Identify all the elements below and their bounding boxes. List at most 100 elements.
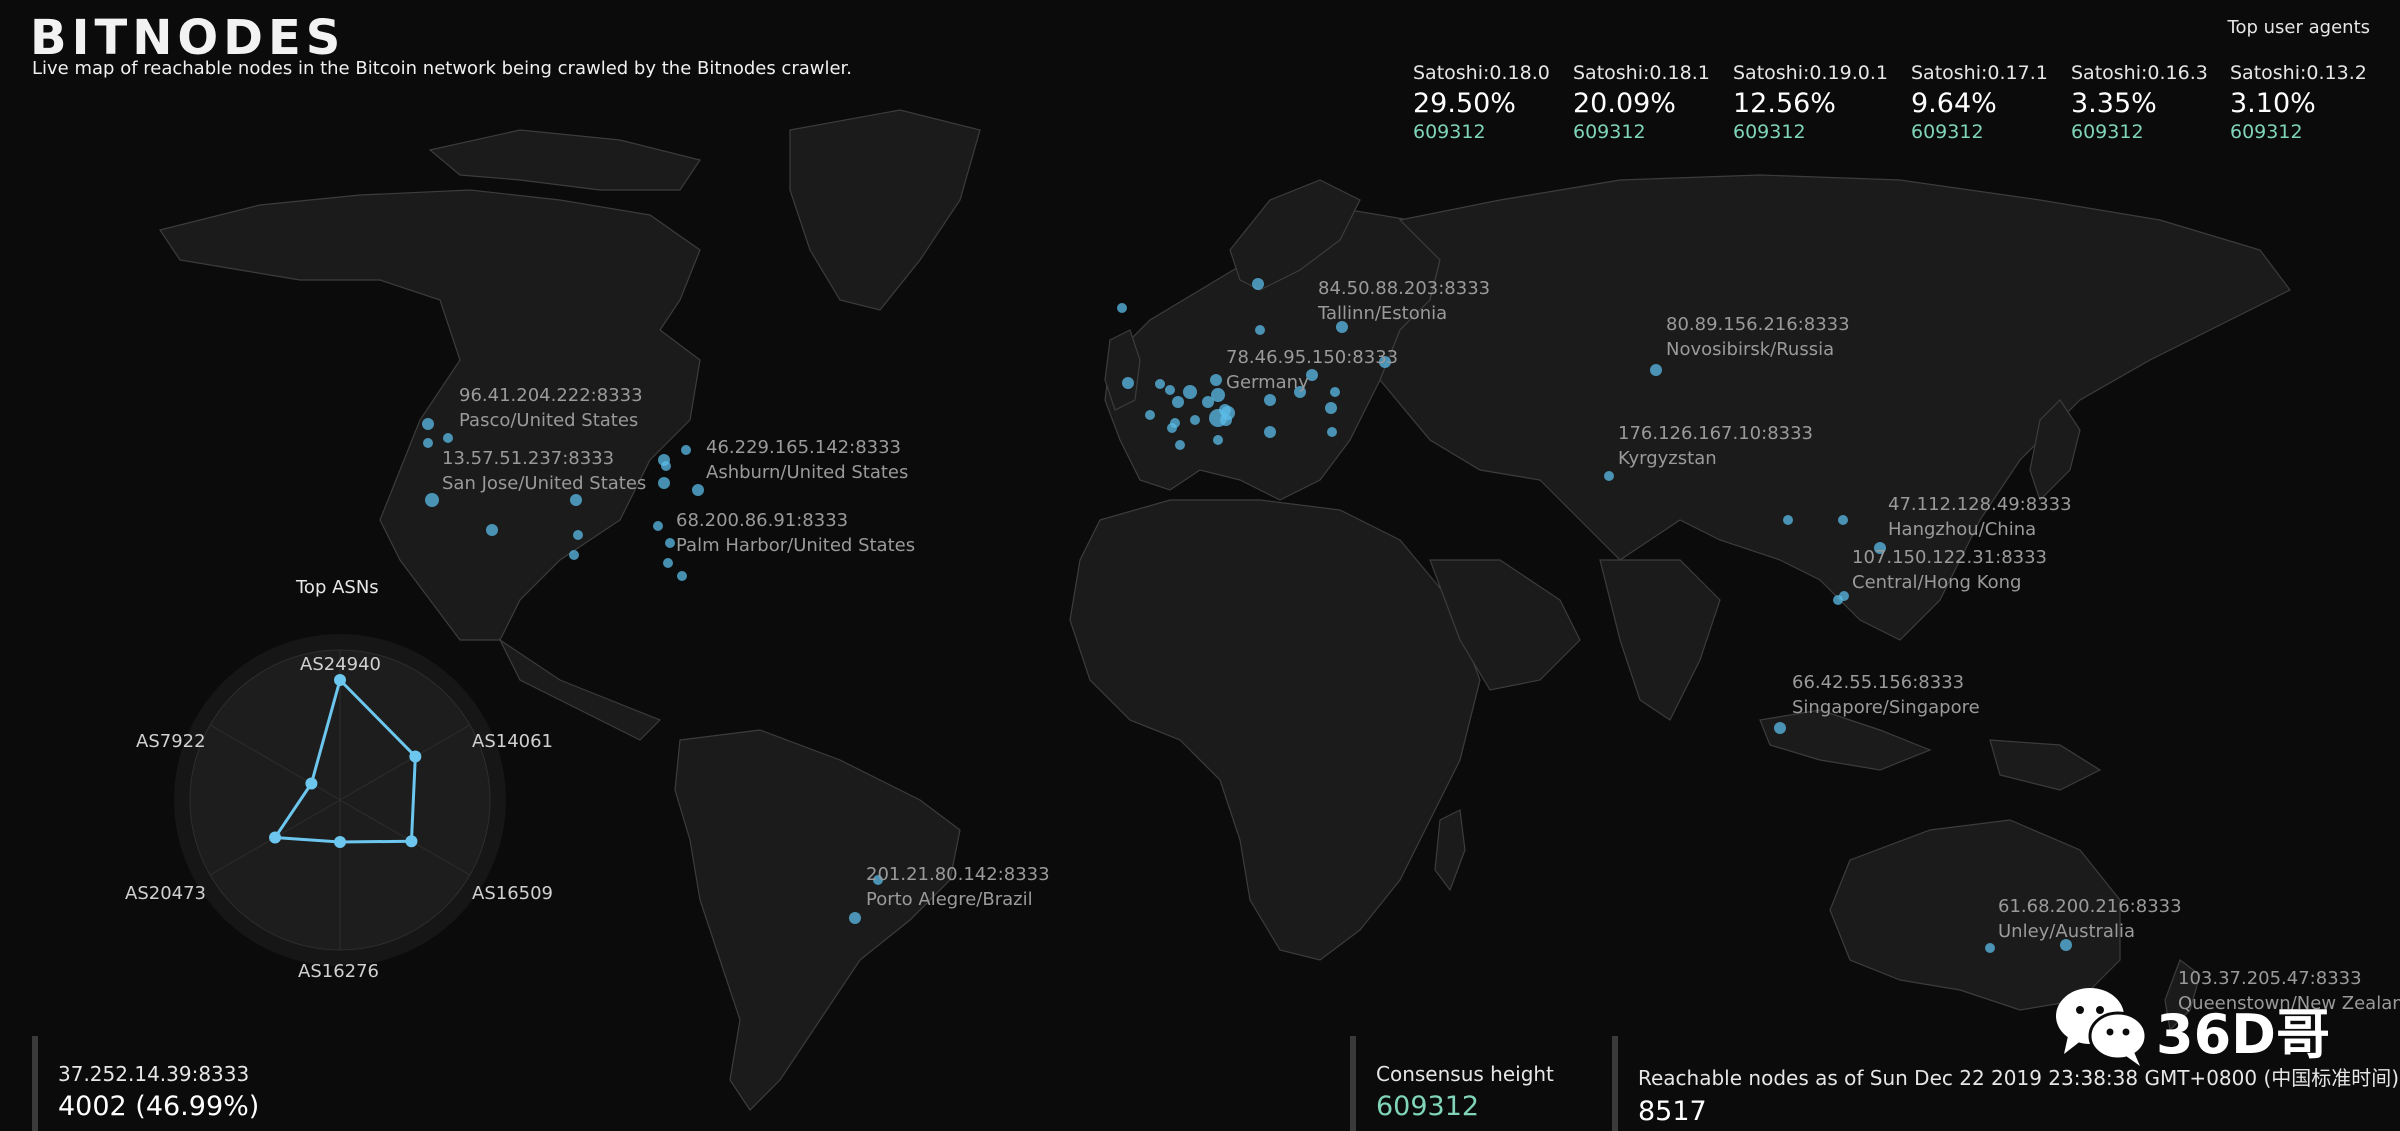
node-label[interactable]: 61.68.200.216:8333 Unley/Australia [1998, 894, 2182, 944]
user-agent-name: Satoshi:0.17.1 [1911, 62, 2048, 84]
user-agent-item[interactable]: Satoshi:0.18.1 20.09% 609312 [1573, 62, 1710, 143]
node-label[interactable]: 46.229.165.142:8333 Ashburn/United State… [706, 435, 908, 485]
top-node-value: 4002 (46.99%) [58, 1091, 260, 1122]
node-dot[interactable] [1122, 377, 1134, 389]
node-dot[interactable] [677, 571, 687, 581]
user-agent-item[interactable]: Satoshi:0.16.3 3.35% 609312 [2071, 62, 2208, 143]
node-dot[interactable] [486, 524, 498, 536]
node-label[interactable]: 80.89.156.216:8333 Novosibirsk/Russia [1666, 312, 1850, 362]
node-label[interactable]: 96.41.204.222:8333 Pasco/United States [459, 383, 643, 433]
node-dot[interactable] [681, 445, 691, 455]
node-dot[interactable] [1145, 410, 1155, 420]
top-node-panel[interactable]: 37.252.14.39:8333 4002 (46.99%) [32, 1036, 259, 1131]
asn-axis-label: AS7922 [136, 731, 206, 752]
node-location: San Jose/United States [442, 473, 647, 494]
user-agent-height: 609312 [1413, 121, 1486, 143]
node-dot[interactable] [1650, 364, 1662, 376]
asn-axis-label: AS20473 [125, 883, 206, 904]
node-dot[interactable] [692, 484, 704, 496]
node-dot[interactable] [663, 558, 673, 568]
node-address: 80.89.156.216:8333 [1666, 314, 1850, 335]
node-location: Singapore/Singapore [1792, 697, 1980, 718]
node-label[interactable]: 13.57.51.237:8333 San Jose/United States [442, 446, 646, 496]
user-agent-percent: 12.56% [1733, 88, 1836, 119]
asia [1379, 174, 2291, 641]
node-label[interactable]: 176.126.167.10:8333 Kyrgyzstan [1618, 421, 1813, 471]
consensus-height-panel[interactable]: Consensus height 609312 [1350, 1036, 1554, 1131]
node-location: Tallinn/Estonia [1318, 303, 1448, 324]
node-dot[interactable] [1783, 515, 1793, 525]
node-dot[interactable] [573, 530, 583, 540]
radar-point-as16509[interactable] [405, 835, 418, 848]
south-america [674, 729, 961, 1111]
user-agent-name: Satoshi:0.18.1 [1573, 62, 1710, 84]
node-label[interactable]: 84.50.88.203:8333 Tallinn/Estonia [1318, 276, 1490, 326]
user-agent-item[interactable]: Satoshi:0.19.0.1 12.56% 609312 [1733, 62, 1888, 143]
madagascar [1434, 809, 1466, 892]
reachable-nodes-value: 8517 [1638, 1096, 1707, 1127]
node-address: 78.46.95.150:8333 [1226, 347, 1399, 368]
node-address: 13.57.51.237:8333 [442, 448, 615, 469]
node-dot[interactable] [443, 433, 453, 443]
node-dot[interactable] [1255, 325, 1265, 335]
node-dot[interactable] [1252, 278, 1264, 290]
node-dot[interactable] [1264, 426, 1276, 438]
user-agent-item[interactable]: Satoshi:0.17.1 9.64% 609312 [1911, 62, 2048, 143]
user-agent-item[interactable]: Satoshi:0.13.2 3.10% 609312 [2230, 62, 2367, 143]
node-label[interactable]: 201.21.80.142:8333 Porto Alegre/Brazil [866, 862, 1050, 912]
node-dot[interactable] [849, 912, 861, 924]
consensus-height-label: Consensus height [1376, 1062, 1554, 1086]
radar-point-as16276[interactable] [334, 836, 346, 848]
node-dot[interactable] [1175, 440, 1185, 450]
node-dot[interactable] [658, 477, 670, 489]
radar-point-as7922[interactable] [305, 777, 318, 790]
node-dot[interactable] [1327, 427, 1337, 437]
radar-point-as24940[interactable] [334, 674, 346, 686]
user-agent-item[interactable]: Satoshi:0.18.0 29.50% 609312 [1413, 62, 1550, 143]
node-dot[interactable] [661, 461, 671, 471]
africa [1069, 499, 1481, 961]
node-location: Pasco/United States [459, 410, 639, 431]
node-label[interactable]: 66.42.55.156:8333 Singapore/Singapore [1792, 670, 1980, 720]
user-agent-list: Satoshi:0.18.0 29.50% 609312 Satoshi:0.1… [1413, 62, 2373, 152]
node-dot[interactable] [1220, 414, 1232, 426]
node-dot[interactable] [1264, 394, 1276, 406]
node-dot[interactable] [653, 521, 663, 531]
node-dot[interactable] [1985, 943, 1995, 953]
node-location: Palm Harbor/United States [676, 535, 916, 556]
node-label[interactable]: 78.46.95.150:8333 Germany [1226, 345, 1398, 395]
node-address: 201.21.80.142:8333 [866, 864, 1050, 885]
node-label[interactable]: 47.112.128.49:8333 Hangzhou/China [1888, 492, 2072, 542]
node-dot[interactable] [1155, 379, 1165, 389]
node-dot[interactable] [569, 550, 579, 560]
node-dot[interactable] [1183, 385, 1197, 399]
user-agent-percent: 20.09% [1573, 88, 1676, 119]
node-dot[interactable] [665, 538, 675, 548]
node-label[interactable]: 107.150.122.31:8333 Central/Hong Kong [1852, 545, 2047, 595]
user-agent-height: 609312 [1911, 121, 1984, 143]
node-dot[interactable] [1325, 402, 1337, 414]
node-dot[interactable] [1167, 423, 1177, 433]
node-dot[interactable] [425, 493, 439, 507]
node-dot[interactable] [1774, 722, 1786, 734]
tagline: Live map of reachable nodes in the Bitco… [32, 58, 853, 79]
top-node-address: 37.252.14.39:8333 [58, 1062, 250, 1086]
node-label[interactable]: 68.200.86.91:8333 Palm Harbor/United Sta… [676, 508, 915, 558]
node-dot[interactable] [1190, 415, 1200, 425]
radar-point-as14061[interactable] [409, 750, 422, 763]
user-agent-name: Satoshi:0.19.0.1 [1733, 62, 1888, 84]
node-dot[interactable] [1604, 471, 1614, 481]
radar-point-as20473[interactable] [269, 831, 282, 844]
node-location: Unley/Australia [1998, 921, 2135, 942]
node-dot[interactable] [422, 418, 434, 430]
node-dot[interactable] [1165, 385, 1175, 395]
node-dot[interactable] [1833, 595, 1843, 605]
user-agent-percent: 3.35% [2071, 88, 2157, 119]
node-dot[interactable] [1117, 303, 1127, 313]
node-dot[interactable] [1213, 435, 1223, 445]
node-dot[interactable] [1202, 396, 1214, 408]
node-dot[interactable] [1172, 396, 1184, 408]
node-dot[interactable] [1838, 515, 1848, 525]
node-dot[interactable] [1210, 374, 1222, 386]
node-dot[interactable] [423, 438, 433, 448]
